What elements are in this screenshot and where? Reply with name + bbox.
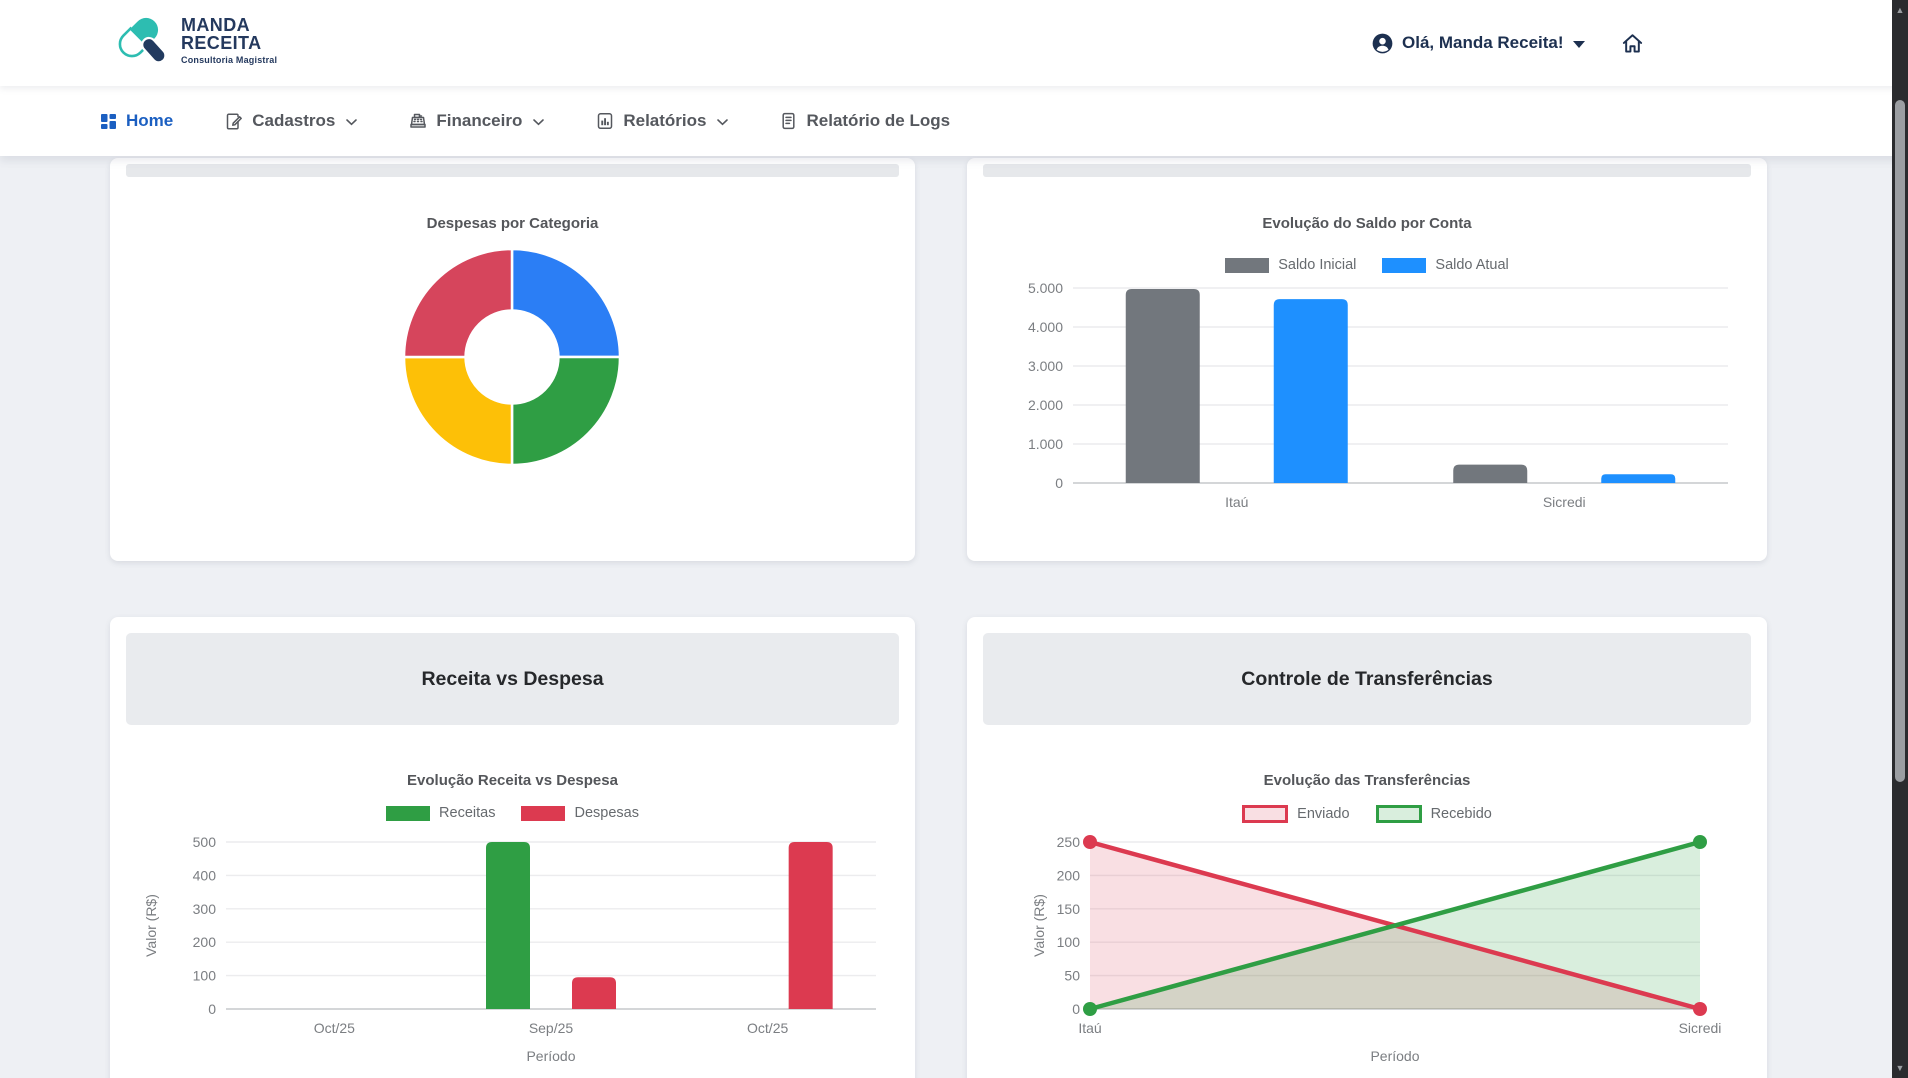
legend-item[interactable]: Saldo Atual [1382,257,1508,273]
nav-item-relatorio-logs[interactable]: Relatório de Logs [780,111,950,131]
card-saldo-conta: Evolução do Saldo por Conta Saldo Inicia… [967,158,1767,561]
saldo-legend: Saldo Inicial Saldo Atual [967,257,1767,273]
user-menu[interactable]: Olá, Manda Receita! [1372,33,1585,54]
brand-name-line2: RECEITA [181,34,277,52]
scrollbar-thumb[interactable] [1895,100,1905,782]
donut-chart [401,246,623,468]
bar-chart-icon [596,112,614,130]
legend-swatch [1376,805,1422,823]
pill-logo-icon [113,9,175,71]
svg-text:4.000: 4.000 [1028,319,1063,335]
svg-text:150: 150 [1057,901,1081,917]
legend-item[interactable]: Recebido [1376,805,1492,823]
svg-text:3.000: 3.000 [1028,358,1063,374]
legend-item[interactable]: Receitas [386,805,495,821]
card-transferencias: Controle de Transferências Evolução das … [967,617,1767,1078]
legend-swatch [386,806,430,821]
card-header-sliver [126,164,899,177]
svg-text:0: 0 [208,1001,216,1017]
chart-title: Despesas por Categoria [110,215,915,232]
legend-swatch [1242,805,1288,823]
svg-text:Valor (R$): Valor (R$) [143,894,159,957]
cash-register-icon [409,112,427,130]
legend-swatch [521,806,565,821]
app-header: MANDA RECEITA Consultoria Magistral Olá,… [0,0,1908,86]
document-icon [780,112,797,130]
legend-item[interactable]: Saldo Inicial [1225,257,1356,273]
card-receita-despesa: Receita vs Despesa Evolução Receita vs D… [110,617,915,1078]
legend-item[interactable]: Enviado [1242,805,1349,823]
nav-item-cadastros[interactable]: Cadastros [225,111,357,131]
svg-text:Oct/25: Oct/25 [314,1020,355,1036]
main-nav: Home Cadastros Financeiro Rel [0,86,1908,156]
legend-swatch [1382,258,1426,273]
svg-text:100: 100 [193,968,217,984]
card-header: Controle de Transferências [983,633,1751,725]
svg-text:2.000: 2.000 [1028,397,1063,413]
nav-item-relatorios[interactable]: Relatórios [596,111,728,131]
brand-logo[interactable]: MANDA RECEITA Consultoria Magistral [113,9,277,71]
svg-text:300: 300 [193,901,217,917]
card-header-title: Receita vs Despesa [421,668,603,691]
svg-text:50: 50 [1064,968,1080,984]
svg-text:250: 250 [1057,834,1081,850]
svg-text:0: 0 [1072,1001,1080,1017]
brand-tagline: Consultoria Magistral [181,55,277,65]
svg-text:Itaú: Itaú [1078,1020,1101,1036]
legend-label: Recebido [1431,806,1492,822]
svg-text:500: 500 [193,834,217,850]
card-header-sliver [983,164,1751,177]
nav-item-home[interactable]: Home [100,111,173,131]
svg-text:200: 200 [193,934,217,950]
transferencias-line-chart: 0 50 100 150 200 250 Valor (R$) Período Itaú Sicr… [983,832,1751,1067]
svg-text:0: 0 [1055,475,1063,491]
svg-text:Sep/25: Sep/25 [529,1020,574,1036]
svg-text:Oct/25: Oct/25 [747,1020,788,1036]
chevron-down-icon [346,119,357,126]
brand-name-line1: MANDA [181,16,277,34]
svg-text:1.000: 1.000 [1028,436,1063,452]
legend-label: Despesas [574,805,638,821]
svg-text:Período: Período [526,1048,575,1064]
legend-label: Enviado [1297,806,1349,822]
saldo-bar-chart: 0 1.000 2.000 3.000 4.000 5.000 Itaú Sicredi [983,278,1751,518]
scroll-down-arrow[interactable]: ▼ [1892,1060,1908,1076]
caret-down-icon [1573,41,1585,48]
svg-text:Sicredi: Sicredi [1679,1020,1722,1036]
card-header: Receita vs Despesa [126,633,899,725]
chart-title: Evolução Receita vs Despesa [110,772,915,789]
scrollbar-track[interactable]: ▲ ▼ [1892,0,1908,1078]
chevron-down-icon [717,119,728,126]
svg-text:100: 100 [1057,934,1081,950]
svg-text:400: 400 [193,867,217,883]
scroll-up-arrow[interactable]: ▲ [1892,2,1908,18]
house-icon [1621,32,1644,55]
user-greeting: Olá, Manda Receita! [1402,33,1564,53]
svg-text:Período: Período [1370,1048,1419,1064]
person-circle-icon [1372,33,1393,54]
legend-label: Receitas [439,805,495,821]
chart-title: Evolução do Saldo por Conta [967,215,1767,232]
card-header-title: Controle de Transferências [1241,668,1492,691]
svg-text:200: 200 [1057,867,1081,883]
receita-despesa-bar-chart: 0 100 200 300 400 500 Valor (R$) Período Oct/25 S… [126,832,899,1067]
legend-item[interactable]: Despesas [521,805,638,821]
home-shortcut-button[interactable] [1621,32,1644,55]
svg-text:Itaú: Itaú [1225,494,1248,510]
nav-item-financeiro[interactable]: Financeiro [409,111,544,131]
svg-text:Valor (R$): Valor (R$) [1031,894,1047,957]
legend-label: Saldo Atual [1435,257,1508,273]
grid-icon [100,113,117,130]
receita-legend: Receitas Despesas [110,805,915,821]
chevron-down-icon [533,119,544,126]
card-despesas-categoria: Despesas por Categoria ADMINISTRATIVODES… [110,158,915,561]
svg-text:5.000: 5.000 [1028,280,1063,296]
form-icon [225,112,243,130]
svg-text:Sicredi: Sicredi [1543,494,1586,510]
legend-label: Saldo Inicial [1278,257,1356,273]
legend-swatch [1225,258,1269,273]
transfer-legend: Enviado Recebido [967,805,1767,823]
chart-title: Evolução das Transferências [967,772,1767,789]
